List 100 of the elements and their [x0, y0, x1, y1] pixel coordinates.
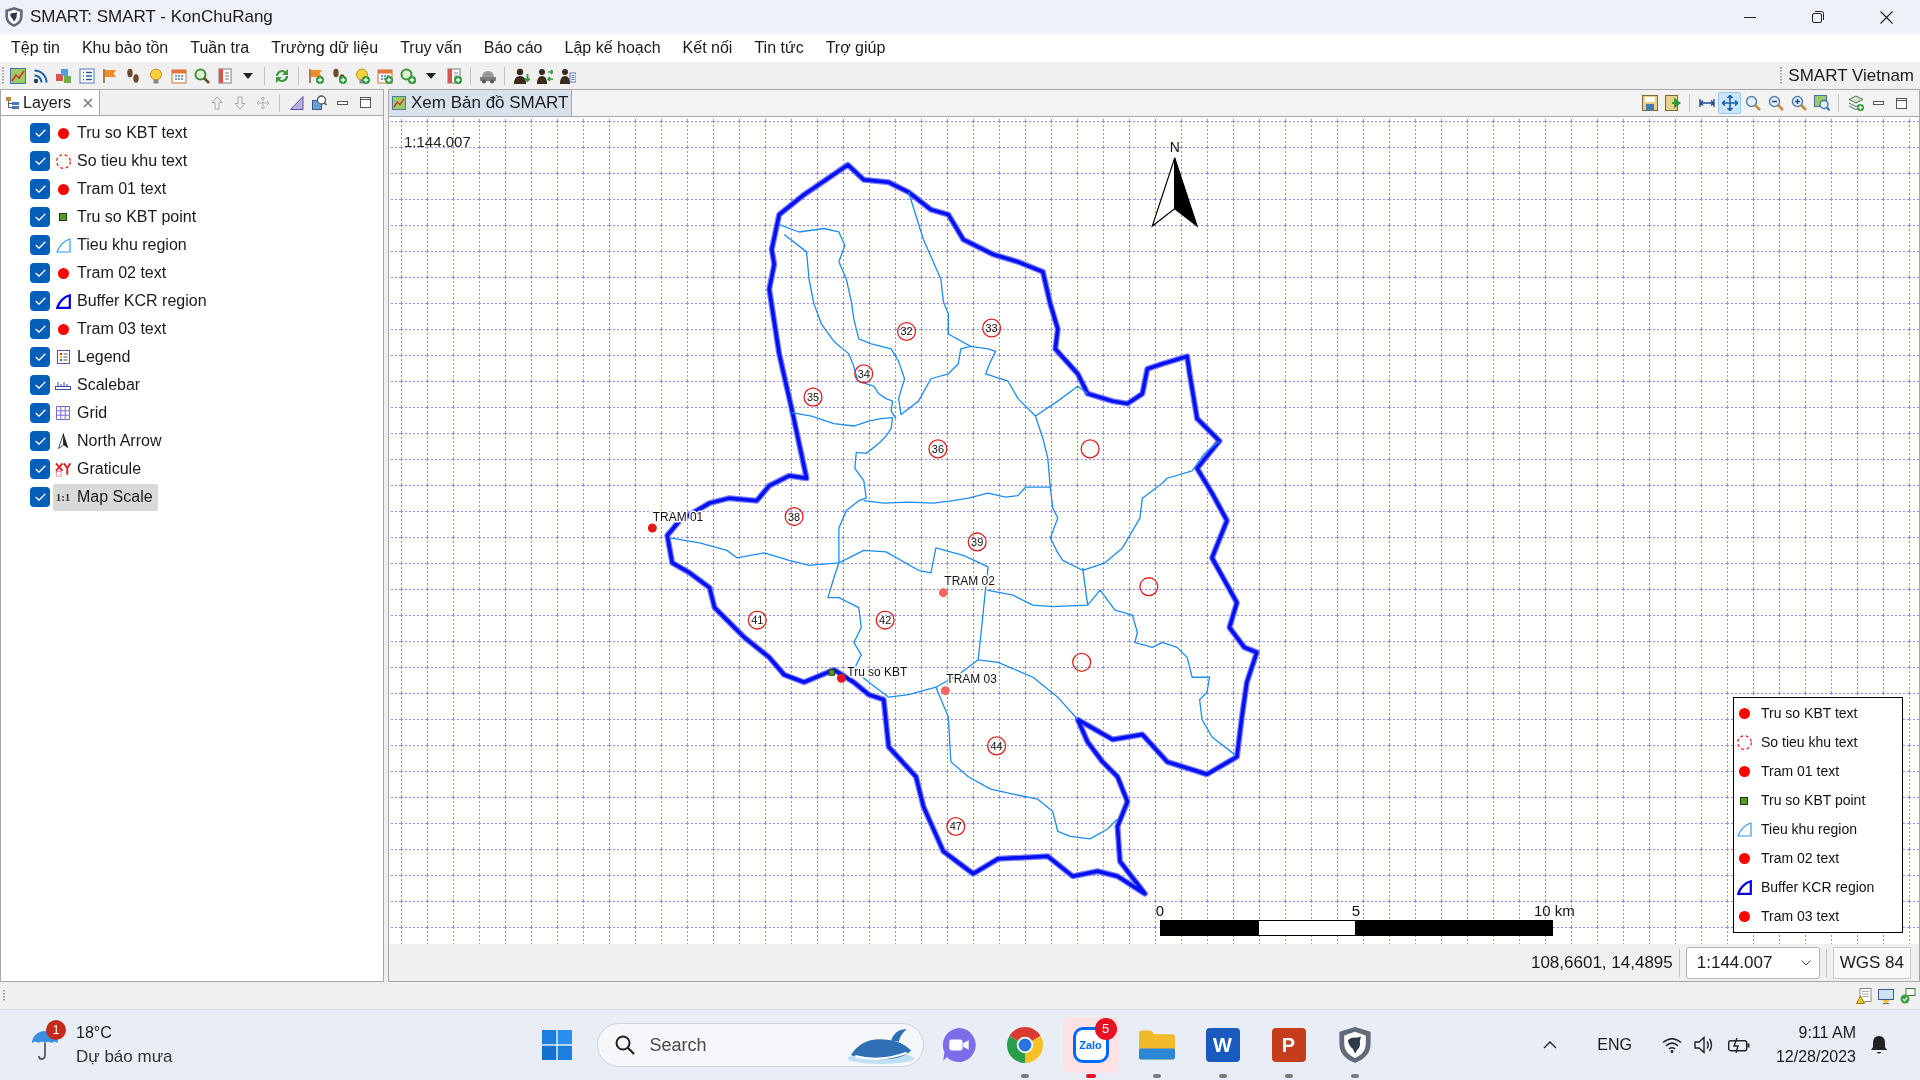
save-map-icon[interactable] [1641, 95, 1658, 111]
layer-item[interactable]: Grid [53, 399, 113, 427]
menu-item[interactable]: Tệp tin [0, 34, 71, 62]
layer-checkbox[interactable] [30, 347, 50, 367]
layer-item[interactable]: Tram 02 text [53, 259, 172, 287]
footprints-plus-icon[interactable] [330, 67, 347, 84]
layer-checkbox[interactable] [30, 123, 50, 143]
square-icon [59, 213, 67, 221]
layers-tab[interactable]: Layers [1, 90, 101, 115]
search-field[interactable]: Search [596, 1023, 924, 1067]
export-map-icon[interactable] [1664, 95, 1681, 111]
close-icon[interactable] [83, 97, 94, 108]
layer-checkbox[interactable] [30, 487, 50, 507]
menu-item[interactable]: Truy vấn [389, 34, 473, 62]
layer-item[interactable]: Tru so KBT point [53, 203, 202, 231]
dropdown-caret-icon[interactable] [425, 72, 436, 79]
dot-icon [1738, 708, 1750, 719]
zoom-layer-icon[interactable] [312, 95, 327, 110]
layer-item[interactable]: Tru so KBT text [53, 119, 193, 147]
triangle-icon[interactable] [289, 95, 304, 110]
folder-icon [1138, 1030, 1175, 1060]
magnifier-icon[interactable] [193, 67, 210, 84]
dropdown-caret-icon[interactable] [242, 72, 253, 79]
menu-item[interactable]: Trường dữ liệu [260, 34, 390, 62]
language-indicator[interactable]: ENG [1597, 1033, 1632, 1057]
flag-plus-icon[interactable] [307, 67, 324, 84]
document-plus-icon[interactable] [445, 67, 462, 84]
layer-checkbox[interactable] [30, 235, 50, 255]
minimize-icon[interactable] [1873, 101, 1884, 105]
list-icon[interactable] [78, 67, 95, 84]
speaker-icon[interactable] [1693, 1036, 1714, 1054]
layer-item[interactable]: Tram 01 text [53, 175, 172, 203]
layer-checkbox[interactable] [30, 151, 50, 171]
menu-item[interactable]: Tin tức [743, 34, 815, 62]
layer-checkbox[interactable] [30, 291, 50, 311]
monitor-icon[interactable] [1878, 987, 1894, 1004]
map-icon[interactable] [9, 67, 26, 84]
person-arrows-icon[interactable] [536, 67, 553, 84]
wifi-icon[interactable] [1661, 1037, 1682, 1053]
layer-checkbox[interactable] [30, 263, 50, 283]
grip-icon [1780, 67, 1783, 84]
layer-checkbox[interactable] [30, 459, 50, 479]
layer-item[interactable]: So tieu khu text [53, 147, 193, 175]
person-list-icon[interactable] [559, 67, 576, 84]
dot-icon [57, 127, 69, 139]
menu-item[interactable]: Báo cáo [472, 34, 554, 62]
chevron-down-icon [1800, 959, 1811, 966]
clock-time[interactable]: 9:11 AM [1798, 1021, 1856, 1045]
signal-icon[interactable] [32, 67, 49, 84]
blocks-icon[interactable] [55, 67, 72, 84]
refresh-icon[interactable] [273, 67, 290, 84]
map-view-tab[interactable]: Xem Bản đồ SMART [389, 90, 573, 116]
taskbar-app-button[interactable]: P [1260, 1017, 1317, 1073]
layer-checkbox[interactable] [30, 431, 50, 451]
weather-temperature: 18°C [76, 1023, 113, 1043]
network-icon[interactable] [1900, 987, 1916, 1004]
battery-icon[interactable] [1727, 1037, 1750, 1053]
layers-add-icon[interactable] [1847, 95, 1864, 111]
layer-checkbox[interactable] [30, 179, 50, 199]
clock-date[interactable]: 12/28/2023 [1775, 1045, 1856, 1069]
chevron-up-icon[interactable] [1543, 1041, 1558, 1049]
bulb-plus-icon[interactable] [353, 67, 370, 84]
map-tool-button[interactable] [1718, 92, 1741, 114]
person-download-icon[interactable] [513, 67, 530, 84]
layer-item[interactable]: Tieu khu region [53, 231, 192, 259]
menu-item[interactable]: Lập kế hoạch [553, 34, 672, 62]
warning-note-icon[interactable] [1856, 987, 1872, 1004]
windows-logo-icon [541, 1030, 572, 1060]
layer-item[interactable]: Tram 03 text [53, 315, 172, 343]
layer-checkbox[interactable] [30, 403, 50, 423]
menu-item[interactable]: Khu bảo tồn [70, 34, 180, 62]
magnifier-plus-icon[interactable] [399, 67, 416, 84]
maximize-icon[interactable] [1896, 97, 1907, 109]
layer-checkbox[interactable] [30, 319, 50, 339]
minimize-icon[interactable] [337, 100, 348, 105]
layer-item[interactable]: Graticule [53, 455, 147, 483]
layer-item[interactable]: 1:1 Map Scale [53, 483, 158, 511]
scale-combobox[interactable]: 1:144.007 [1685, 946, 1820, 979]
calendar-plus-icon[interactable] [376, 67, 393, 84]
menu-item[interactable]: Kết nối [671, 34, 744, 62]
layer-item[interactable]: North Arrow [53, 427, 167, 455]
brand-label: SMART Vietnam [1787, 64, 1915, 87]
layer-item[interactable]: Scalebar [53, 371, 146, 399]
dot-icon [1738, 853, 1750, 864]
layer-checkbox[interactable] [30, 375, 50, 395]
layer-item[interactable]: Buffer KCR region [53, 287, 212, 315]
dot-icon [57, 267, 69, 279]
document-icon[interactable] [216, 67, 233, 84]
layer-item[interactable]: Legend [53, 343, 136, 371]
footprints-icon[interactable] [124, 67, 141, 84]
taskbar-app-button[interactable]: W [1194, 1017, 1251, 1073]
layer-checkbox[interactable] [30, 207, 50, 227]
notification-bell-icon[interactable] [1870, 1035, 1888, 1055]
calendar-icon[interactable] [170, 67, 187, 84]
maximize-icon[interactable] [360, 97, 371, 108]
menu-item[interactable]: Tuần tra [179, 34, 261, 62]
scale-label: 10 km [1534, 902, 1575, 919]
flag-icon[interactable] [101, 67, 118, 84]
bulb-icon[interactable] [147, 67, 164, 84]
menu-item[interactable]: Trợ giúp [814, 34, 897, 62]
